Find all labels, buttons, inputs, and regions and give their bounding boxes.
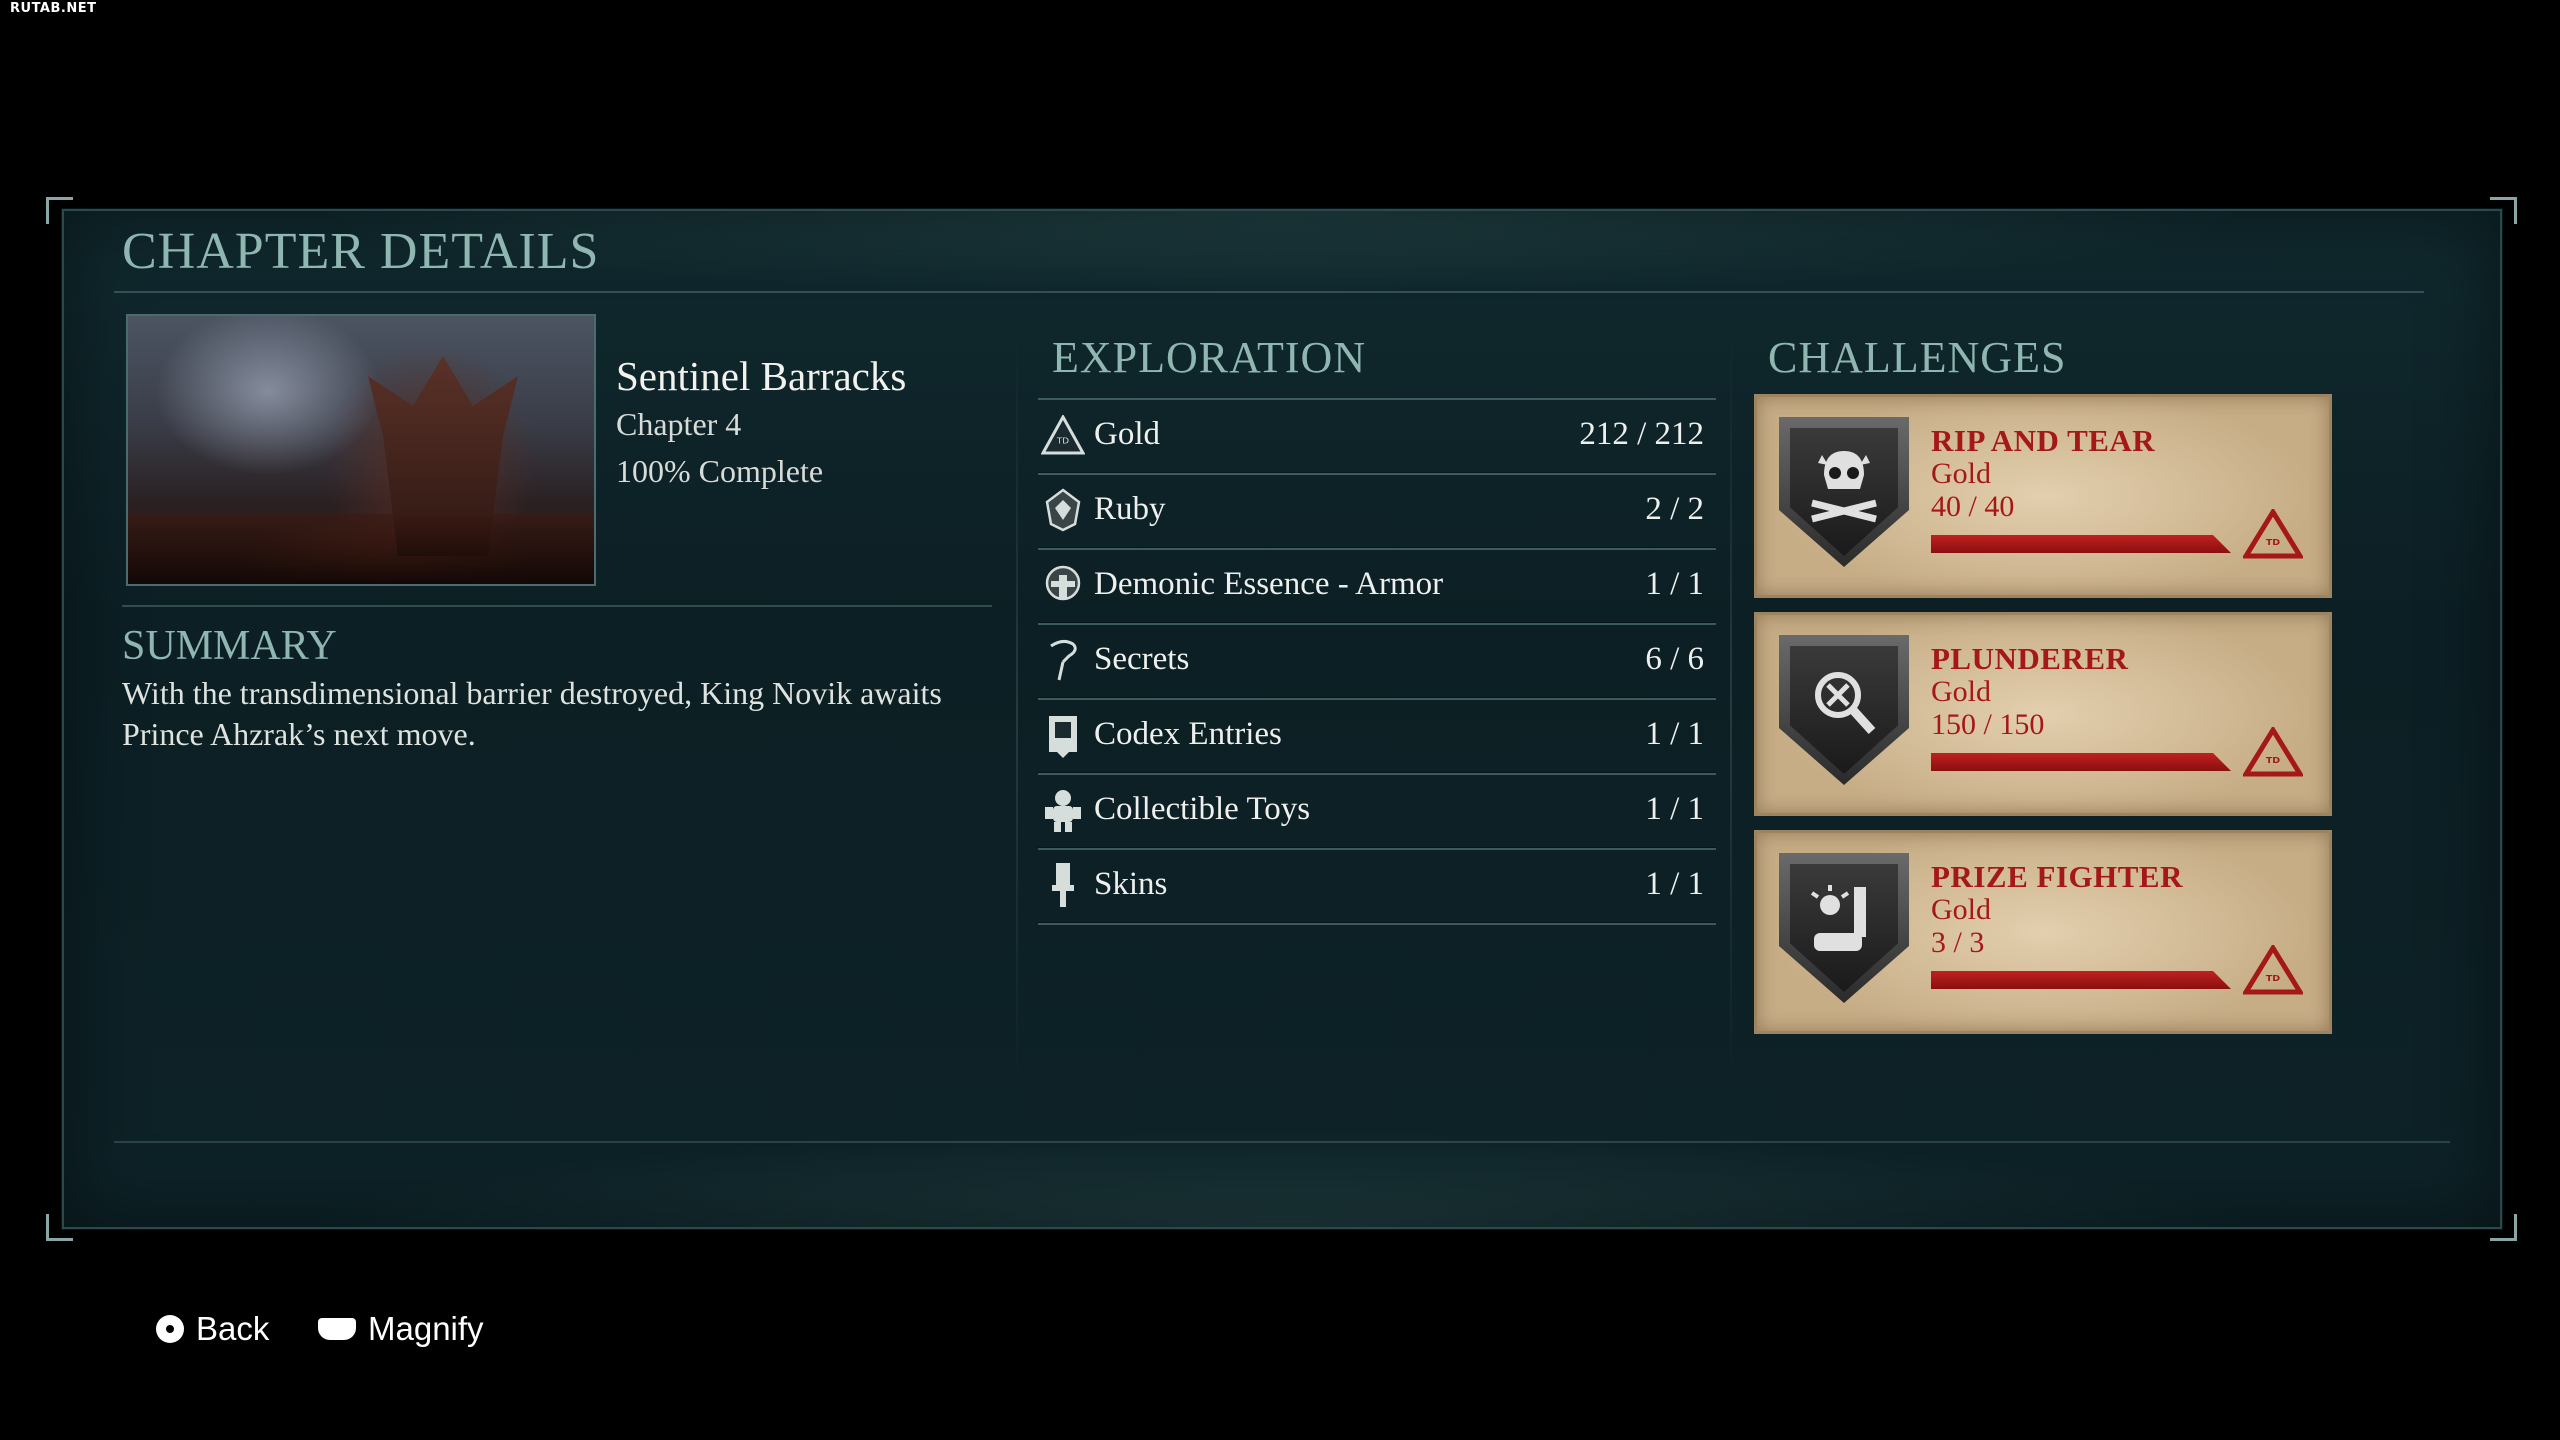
challenge-name: RIP AND TEAR — [1931, 423, 2156, 458]
circle-button-icon — [156, 1315, 184, 1343]
challenge-tier: Gold — [1931, 457, 1991, 490]
chapter-thumbnail — [126, 314, 596, 586]
touchpad-icon — [318, 1318, 356, 1340]
exploration-row-demonic-essence[interactable]: Demonic Essence - Armor 1 / 1 — [1038, 548, 1716, 623]
challenge-name: PLUNDERER — [1931, 641, 2129, 676]
column-separator — [1730, 330, 1732, 1090]
weapons-icon — [1790, 864, 1898, 992]
secrets-icon — [1040, 637, 1086, 683]
skins-icon — [1040, 862, 1086, 908]
magnify-button[interactable]: Magnify — [318, 1310, 484, 1348]
exploration-count: 6 / 6 — [1645, 641, 1704, 677]
reward-badge-icon: ᵀᴰ — [2243, 727, 2303, 777]
challenge-progress-bar — [1931, 971, 2231, 989]
skull-crossbones-icon — [1790, 428, 1898, 556]
chapter-name: Sentinel Barracks — [616, 353, 907, 399]
challenge-shield — [1779, 635, 1909, 785]
panel-bottom-divider — [114, 1141, 2450, 1143]
page-title: CHAPTER DETAILS — [122, 223, 600, 280]
summary-text: With the transdimensional barrier destro… — [122, 675, 942, 752]
reward-badge-icon: ᵀᴰ — [2243, 509, 2303, 559]
svg-text:ᵀᴰ: ᵀᴰ — [2266, 536, 2280, 554]
exploration-label: Ruby — [1094, 491, 1166, 527]
exploration-label: Gold — [1094, 416, 1160, 452]
challenge-name: PRIZE FIGHTER — [1931, 859, 2183, 894]
challenge-progress: 3 / 3 — [1931, 926, 1985, 959]
challenge-progress: 40 / 40 — [1931, 490, 2015, 523]
chapter-completion: 100% Complete — [616, 453, 824, 489]
panel-corner — [46, 1214, 73, 1241]
exploration-row-secrets[interactable]: Secrets 6 / 6 — [1038, 623, 1716, 698]
panel-corner — [46, 197, 73, 224]
exploration-count: 1 / 1 — [1645, 716, 1704, 752]
toy-icon — [1040, 787, 1086, 833]
exploration-row-codex[interactable]: Codex Entries 1 / 1 — [1038, 698, 1716, 773]
back-button[interactable]: Back — [156, 1310, 269, 1348]
exploration-title: EXPLORATION — [1052, 333, 1367, 382]
challenge-progress: 150 / 150 — [1931, 708, 2045, 741]
svg-text:ᵀᴰ: ᵀᴰ — [2266, 972, 2280, 990]
svg-text:ᵀᴰ: ᵀᴰ — [2266, 754, 2280, 772]
challenge-card[interactable]: RIP AND TEAR Gold 40 / 40 ᵀᴰ — [1754, 394, 2332, 598]
demonic-essence-icon — [1040, 562, 1086, 608]
exploration-label: Codex Entries — [1094, 716, 1282, 752]
back-label: Back — [196, 1310, 270, 1347]
challenge-tier: Gold — [1931, 893, 1991, 926]
panel-top-divider — [114, 291, 2424, 293]
gold-icon: ᵀᴰ — [1040, 412, 1086, 458]
watermark: RUTAB.NET — [10, 1, 97, 16]
challenges-title: CHALLENGES — [1768, 333, 2067, 382]
codex-icon — [1040, 712, 1086, 758]
exploration-row-gold[interactable]: ᵀᴰ Gold 212 / 212 — [1038, 398, 1716, 473]
exploration-count: 212 / 212 — [1579, 416, 1704, 452]
challenge-shield — [1779, 417, 1909, 567]
challenge-card[interactable]: PLUNDERER Gold 150 / 150 ᵀᴰ — [1754, 612, 2332, 816]
panel-corner — [2490, 197, 2517, 224]
panel-corner — [2490, 1214, 2517, 1241]
summary-title: SUMMARY — [122, 623, 337, 669]
challenge-progress-bar — [1931, 535, 2231, 553]
challenge-tier: Gold — [1931, 675, 1991, 708]
challenge-shield — [1779, 853, 1909, 1003]
exploration-label: Secrets — [1094, 641, 1190, 677]
exploration-count: 1 / 1 — [1645, 566, 1704, 602]
summary-divider — [122, 605, 992, 607]
column-separator — [1016, 330, 1018, 1090]
magnifier-icon — [1790, 646, 1898, 774]
ruby-icon — [1040, 487, 1086, 533]
svg-text:ᵀᴰ: ᵀᴰ — [1056, 436, 1069, 452]
exploration-row-toys[interactable]: Collectible Toys 1 / 1 — [1038, 773, 1716, 848]
challenge-card[interactable]: PRIZE FIGHTER Gold 3 / 3 ᵀᴰ — [1754, 830, 2332, 1034]
exploration-label: Skins — [1094, 866, 1168, 902]
exploration-row-skins[interactable]: Skins 1 / 1 — [1038, 848, 1716, 923]
chapter-number: Chapter 4 — [616, 406, 742, 442]
exploration-label: Collectible Toys — [1094, 791, 1311, 827]
exploration-count: 2 / 2 — [1645, 491, 1704, 527]
challenge-progress-bar — [1931, 753, 2231, 771]
exploration-list: ᵀᴰ Gold 212 / 212 Ruby 2 / 2 Demonic Ess… — [1038, 398, 1716, 925]
exploration-count: 1 / 1 — [1645, 791, 1704, 827]
exploration-label: Demonic Essence - Armor — [1094, 566, 1444, 602]
exploration-count: 1 / 1 — [1645, 866, 1704, 902]
exploration-row-ruby[interactable]: Ruby 2 / 2 — [1038, 473, 1716, 548]
reward-badge-icon: ᵀᴰ — [2243, 945, 2303, 995]
magnify-label: Magnify — [368, 1310, 484, 1347]
